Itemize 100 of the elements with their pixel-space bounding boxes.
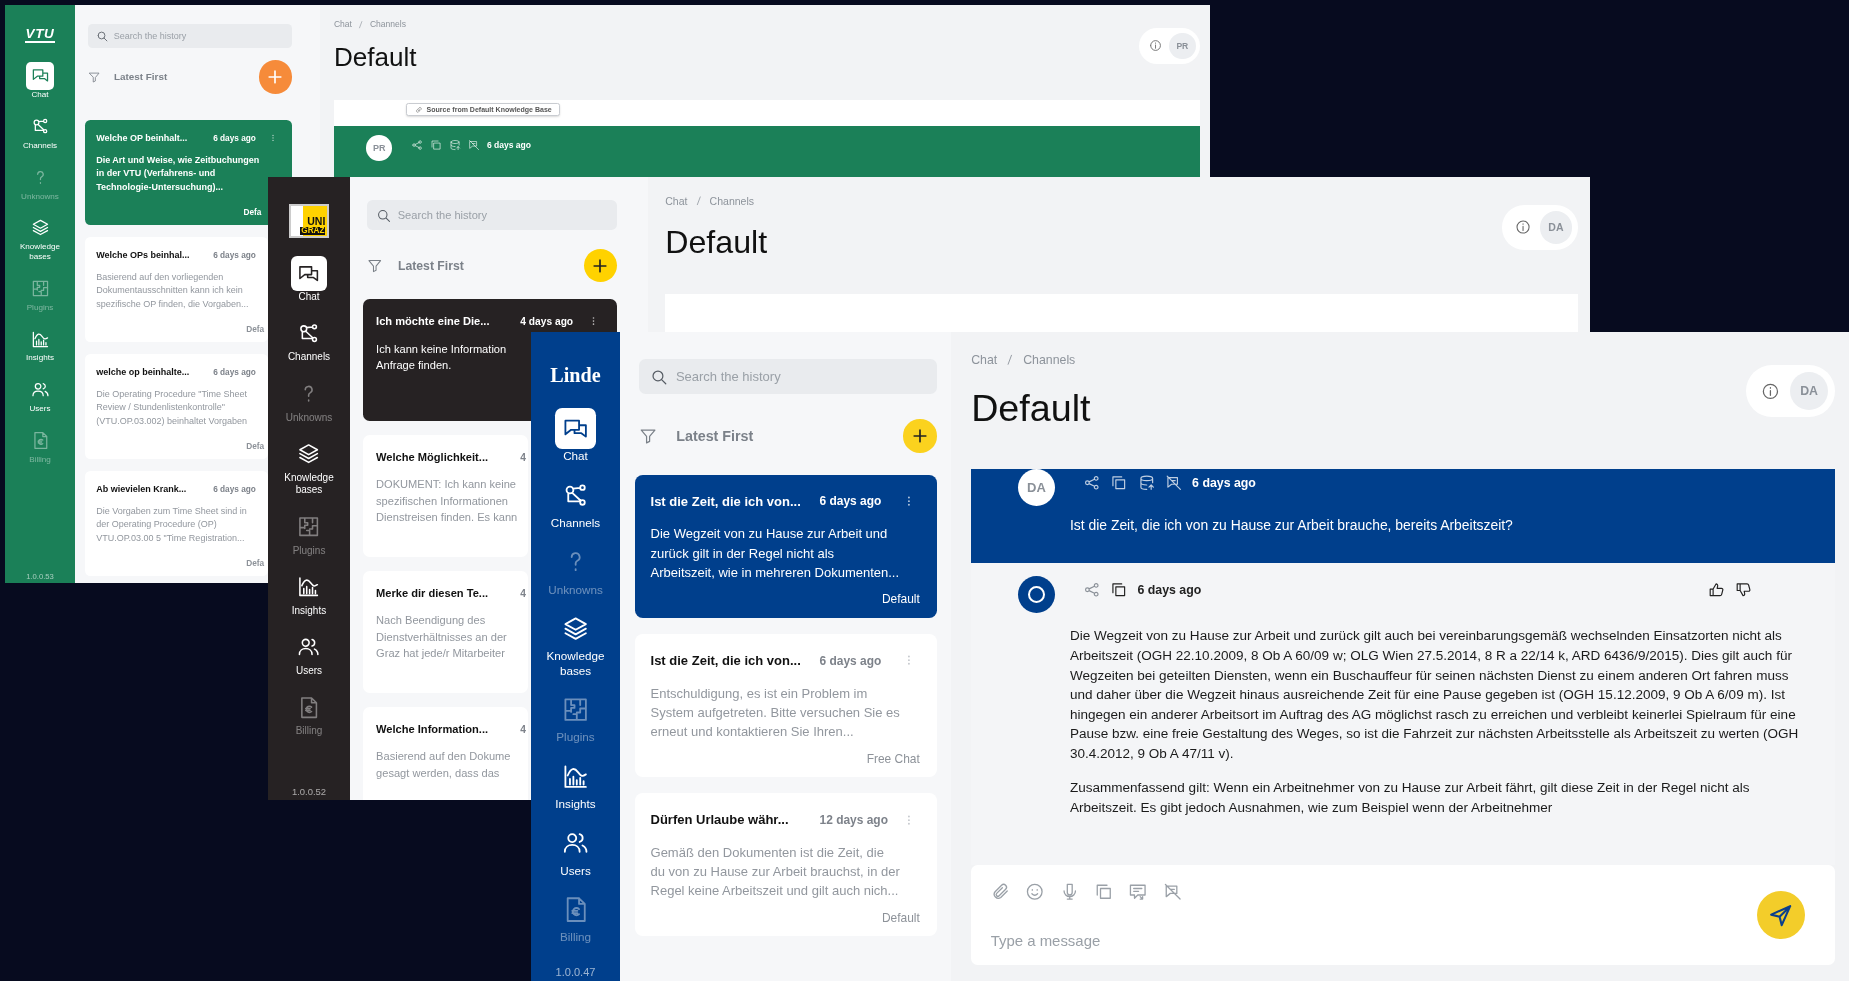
search-field[interactable]: Search the history xyxy=(88,23,293,49)
card-title: Ab wievielen Krank... xyxy=(96,484,188,495)
chat-history-card[interactable]: Ist die Zeit, die ich von... 6 days ago Die Wegzeit von zu Hause zur Arbeit und zurück gilt in der Regel nicht als Arbeitszeit, wie in mehreren Dokumenten... Default xyxy=(634,474,937,618)
page-title: Default xyxy=(333,42,418,74)
new-chat-button[interactable] xyxy=(583,249,617,283)
message-text: Die Wegzeit von zu Hause zur Arbeit und zurück gilt auch bei vereinbarungsgemäß wechselnden Einsatzorten nicht als Arbeitszeit (OGH 22.10.2009, 8 Ob A 60/09 w; OLG Wien 27.5.2014, 8 R a 22/14 k, ARD 6436/9/2015). Dies gilt auch für Wegzeiten bei geteilten Diensten, wenn ein Buschauffeur für seinen nächsten Dienst zu einem anderen Ort fahren muss und daher über die Wegzeit hinaus ausreichende Zeit für eine Pause gegeben ist (OGH 15.12.2009, 9 Ob A 6/09 m). Ist hingegen ein anderer Arbeitsort im Auftrag des AG möglichst rasch zu erreichen und verbleibt keinerlei Spielraum für eine Pause bzw. eine freie Gestaltung des Weges, so ist die Fahrzeit zur nächsten Arbeitsstelle als Arbeitszeit zu werten (OGH 30.4.2012, 9 Ob A 47/11 v). xyxy=(1069,627,1800,763)
puzzle-icon xyxy=(30,278,50,298)
more-icon[interactable] xyxy=(906,494,912,509)
message-preview: Basierend auf den Dokume gesagt werden, dass das xyxy=(376,749,512,781)
filter-icon[interactable] xyxy=(366,258,383,274)
network-icon xyxy=(30,117,50,136)
sort-label[interactable]: Latest First xyxy=(113,71,168,83)
smiley-icon[interactable] xyxy=(1025,882,1045,902)
card-time: 4 days ago xyxy=(520,315,574,327)
chat-history-card[interactable]: Welche Information... 4 Basierend auf den Dokume gesagt werden, dass das xyxy=(362,706,529,800)
send-icon xyxy=(1768,902,1794,928)
chat-history-card[interactable]: welche op beinhalte... 6 days ago Die Operating Procedure "Time Sheet Review / Stundenlistenkontrolle" (VTU.OP.03.002) beinhaltet Vorgaben Defa xyxy=(85,354,268,460)
nav-item[interactable]: Insights xyxy=(5,324,75,364)
thumbs-up-icon[interactable] xyxy=(1707,581,1726,599)
share-icon[interactable] xyxy=(1082,474,1101,492)
chat-history-card[interactable]: Ab wievielen Krank... 6 days ago Die Vorgaben zum Time Sheet sind in der Operating Procedure (OP) VTU.OP.03.00 5 "Time Registration... Defa xyxy=(85,471,268,577)
search-field[interactable]: Search the history xyxy=(639,359,937,395)
nav-item[interactable]: Channels xyxy=(268,315,350,364)
message-text: Ist die Zeit, die ich von zu Hause zur Arbeit brauche, bereits Arbeitszeit? xyxy=(1069,517,1514,534)
nav-item[interactable]: Insights xyxy=(268,569,350,618)
info-icon[interactable] xyxy=(1761,381,1781,401)
crossed-chat-icon[interactable] xyxy=(1164,474,1183,492)
breadcrumb-link[interactable]: Channels xyxy=(369,19,407,30)
breadcrumb-link[interactable]: Chat xyxy=(971,352,998,367)
user-avatar[interactable]: DA xyxy=(1539,211,1573,244)
filter-icon[interactable] xyxy=(88,70,102,84)
chat-history-card[interactable]: Merke dir diesen Te... 4 Nach Beendigung des Dienstverhältnisses an der Graz hat jede/r Mitarbeiter xyxy=(362,571,529,694)
link-icon xyxy=(414,105,423,114)
message-preview: Die Art und Weise, wie Zeitbuchungen in der VTU (Verfahrens- und Technologie-Untersuchung)... xyxy=(96,154,261,194)
breadcrumb-link[interactable]: Chat xyxy=(665,194,688,207)
message-preview: Nach Beendigung des Dienstverhältnisses an der Graz hat jede/r Mitarbeiter xyxy=(376,613,508,662)
breadcrumb-link[interactable]: Channels xyxy=(709,194,755,207)
message-preview: Entschuldigung, es ist ein Problem im System aufgetreten. Bitte versuchen Sie es erneut und kontaktieren Sie Ihren... xyxy=(650,684,901,742)
layers-icon xyxy=(297,442,321,466)
nav-item[interactable]: Chat xyxy=(268,255,350,304)
chat-history-card[interactable]: Dürfen Urlaube währ... 12 days ago Gemäß den Dokumenten ist die Zeit, die du von zu Hause zur Arbeit brauchst, in der Regel keine Arbeitszeit und gilt auch nich... Default xyxy=(634,793,937,937)
database-upload-icon[interactable] xyxy=(449,138,462,151)
comment-icon[interactable] xyxy=(1128,882,1148,902)
nav-item[interactable]: Channels xyxy=(5,112,75,152)
copy-icon[interactable] xyxy=(1110,581,1128,599)
sort-label[interactable]: Latest First xyxy=(676,427,754,444)
chat-history-card[interactable]: Welche OPs beinhal... 6 days ago Basierend auf den vorliegenden Dokumentausschnitten kann ich kein spezifische OP finden, die Vorgaben... Defa xyxy=(85,237,268,343)
card-title: Welche Information... xyxy=(376,723,490,736)
filter-icon[interactable] xyxy=(639,426,658,446)
message-time: 6 days ago xyxy=(1137,582,1202,597)
share-icon[interactable] xyxy=(411,138,424,151)
chat-history-card[interactable]: Welche Möglichkeit... 4 DOKUMENT: Ich kann keine spezifischen Informationen Dienstreisen finden. Es kann xyxy=(362,435,529,558)
card-time: 4 xyxy=(520,723,527,735)
chart-icon xyxy=(30,329,50,349)
sort-label[interactable]: Latest First xyxy=(398,258,464,273)
chat-history-card[interactable]: Welche OP beinhalt... 6 days ago Die Art und Weise, wie Zeitbuchungen in der VTU (Verfahrens- und Technologie-Untersuchung)... Defa xyxy=(85,120,293,226)
more-icon[interactable] xyxy=(590,315,596,328)
search-field[interactable]: Search the history xyxy=(366,200,617,231)
chat-history-card[interactable]: Ist die Zeit, die ich von... 6 days ago Entschuldigung, es ist ein Problem im System aufgetreten. Bitte versuchen Sie es erneut und kontaktieren Sie Ihren... Free Chat xyxy=(634,634,937,778)
nav-item[interactable]: Channels xyxy=(531,474,620,531)
message-preview: Die Operating Procedure "Time Sheet Review / Stundenlistenkontrolle" (VTU.OP.03.002) beinhaltet Vorgaben xyxy=(96,388,249,428)
channel-label: Default xyxy=(881,910,920,925)
message-preview: Ich kann keine Information Anfrage finden. xyxy=(376,341,508,374)
channel-label: Defa xyxy=(243,208,262,218)
message-input[interactable]: Type a message xyxy=(990,931,1440,949)
breadcrumb-link[interactable]: Chat xyxy=(333,19,352,30)
share-icon[interactable] xyxy=(1082,581,1101,599)
card-time: 6 days ago xyxy=(213,250,256,260)
card-title: Ich möchte eine Die... xyxy=(376,315,491,328)
crossed-chat-icon[interactable] xyxy=(468,138,481,151)
card-time: 6 days ago xyxy=(213,484,256,494)
nav-item[interactable]: Knowledge bases xyxy=(5,213,75,263)
breadcrumb-link[interactable]: Channels xyxy=(1023,352,1076,367)
message-preview: Die Vorgaben zum Time Sheet sind in der Operating Procedure (OP) VTU.OP.03.00 5 "Time Registration... xyxy=(96,504,248,545)
nav-item[interactable]: Chat xyxy=(5,61,75,101)
nav-item[interactable]: Insights xyxy=(531,755,620,812)
nav-item[interactable]: Users xyxy=(268,629,350,678)
database-upload-icon[interactable] xyxy=(1137,474,1156,492)
message-text: Zusammenfassend gilt: Wenn ein Arbeitnehmer von zu Hause zur Arbeit fährt, gilt diese Zeit in der Regel nicht als Arbeitszeit. Es gibt jedoch Ausnahmen, wie zum Beispiel wenn der Arbeitnehmer xyxy=(1069,779,1751,818)
card-time: 4 xyxy=(520,451,527,463)
card-time: 6 days ago xyxy=(213,133,256,143)
copy-icon[interactable] xyxy=(1110,474,1128,492)
paperclip-icon[interactable] xyxy=(990,882,1011,902)
new-chat-button[interactable] xyxy=(903,419,937,453)
message-preview: Gemäß den Dokumenten ist die Zeit, die du von zu Hause zur Arbeit brauchst, in der Regel keine Arbeitszeit und gilt auch nich... xyxy=(650,843,901,901)
version-label: 1.0.0.52 xyxy=(291,786,327,800)
nav-item[interactable]: Knowledge bases xyxy=(531,607,620,679)
logo: Linde xyxy=(550,363,601,388)
info-icon[interactable] xyxy=(1149,39,1163,53)
nav-item[interactable]: Users xyxy=(5,375,75,415)
info-icon[interactable] xyxy=(1515,219,1532,236)
user-avatar[interactable]: PR xyxy=(1169,32,1196,60)
puzzle-icon xyxy=(297,515,321,539)
chart-icon xyxy=(297,575,321,599)
nav-item[interactable]: Users xyxy=(531,822,620,879)
thumbs-down-icon[interactable] xyxy=(1735,581,1753,599)
user-avatar[interactable]: DA xyxy=(1789,372,1829,411)
nav-item[interactable]: Knowledge bases xyxy=(268,436,350,497)
card-title: Welche OP beinhalt... xyxy=(96,133,189,144)
card-time: 6 days ago xyxy=(819,653,882,668)
